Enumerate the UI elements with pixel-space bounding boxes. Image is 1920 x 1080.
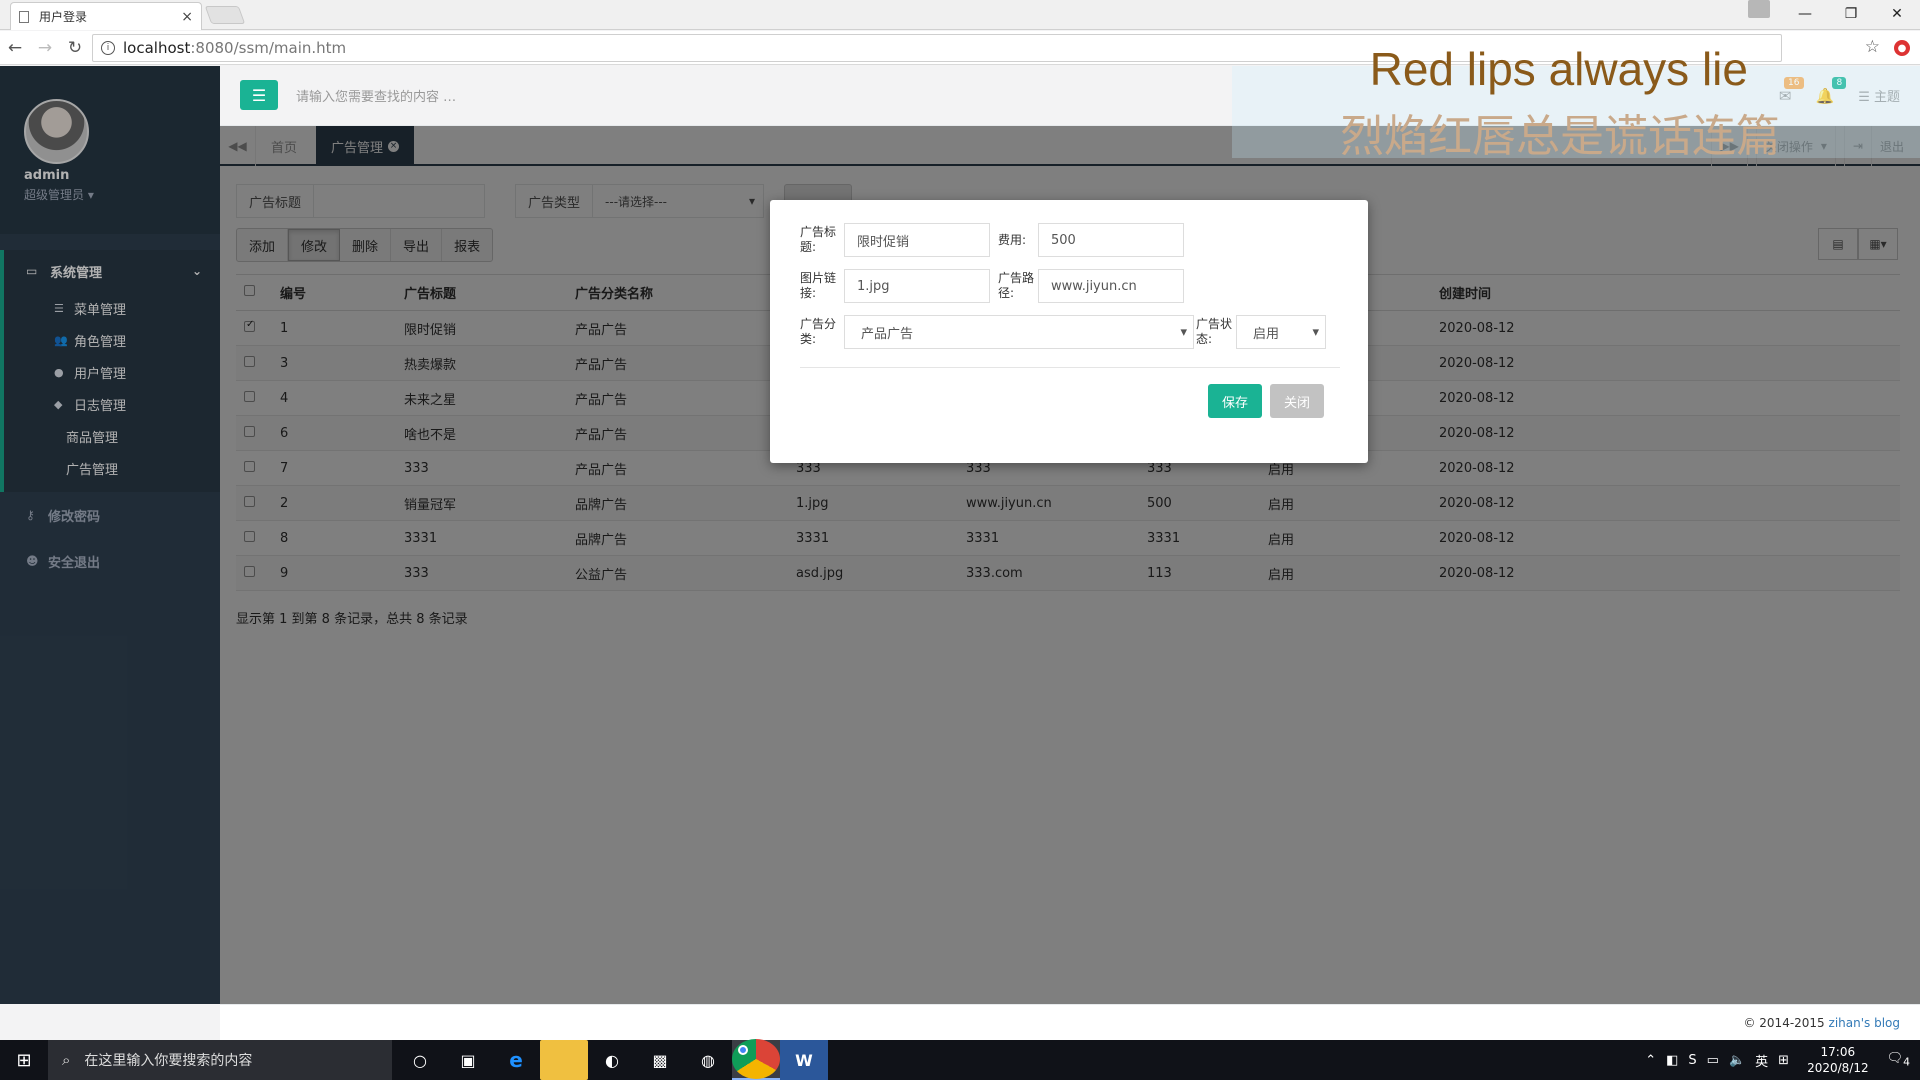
- task-view-icon[interactable]: ▣: [444, 1040, 492, 1080]
- word-icon[interactable]: W: [780, 1040, 828, 1080]
- eclipse-icon[interactable]: ◐: [588, 1040, 636, 1080]
- window-controls: — ❐ ✕: [1736, 0, 1920, 28]
- save-button[interactable]: 保存: [1208, 384, 1262, 418]
- new-tab-button[interactable]: [204, 6, 246, 24]
- search-input[interactable]: 请输入您需要查找的内容 …: [296, 86, 456, 105]
- security-icon[interactable]: ◧: [1666, 1053, 1678, 1068]
- game-app-icon[interactable]: ▩: [636, 1040, 684, 1080]
- image-link-label: 图片链接:: [800, 271, 837, 300]
- browser-tab[interactable]: 用户登录 ×: [10, 2, 202, 30]
- form-row-image: 图片链接: 1.jpg 广告路径: www.jiyun.cn: [800, 269, 1184, 303]
- edge-icon[interactable]: e: [492, 1040, 540, 1080]
- clock[interactable]: 17:06 2020/8/12: [1807, 1044, 1869, 1076]
- file-explorer-icon[interactable]: [540, 1040, 588, 1080]
- lyrics-line-english: Red lips always lie: [1369, 43, 1748, 95]
- copyright-text: © 2014-2015 zihan's blog: [1743, 1016, 1900, 1030]
- edit-ad-dialog: 广告标题: 限时促销 费用: 500 图片链接: 1.jpg 广告路径: www…: [770, 200, 1368, 463]
- menu-toggle-button[interactable]: ☰: [240, 80, 278, 110]
- profile-icon[interactable]: [1748, 0, 1770, 18]
- lyrics-line-chinese: 烈焰红唇总是谎话连篇: [1340, 111, 1780, 162]
- sidebar-dim-overlay: [0, 66, 220, 1004]
- keyboard-icon[interactable]: ⊞: [1778, 1053, 1789, 1068]
- taskbar-search-box[interactable]: ⌕ 在这里输入你要搜索的内容: [48, 1040, 392, 1080]
- restore-button[interactable]: ❐: [1828, 0, 1874, 28]
- ad-path-input[interactable]: www.jiyun.cn: [1038, 269, 1184, 303]
- footer: © 2014-2015 zihan's blog: [220, 1004, 1920, 1040]
- taskbar-apps: ○ ▣ e ◐ ▩ ◍ W: [396, 1039, 828, 1080]
- url-path: :8080/ssm/main.htm: [190, 39, 347, 57]
- info-icon[interactable]: i: [101, 41, 115, 55]
- cost-input[interactable]: 500: [1038, 223, 1184, 257]
- word-logo: W: [780, 1040, 828, 1080]
- copyright-label: © 2014-2015: [1743, 1016, 1829, 1030]
- ad-title-label: 广告标题:: [800, 225, 837, 254]
- folder-shape: [540, 1040, 588, 1080]
- blog-link[interactable]: zihan's blog: [1829, 1016, 1900, 1030]
- form-row-category: 广告分类: 产品广告 ▾ 广告状态: 启用 ▾: [800, 315, 1326, 349]
- chrome-icon[interactable]: [732, 1039, 780, 1080]
- extension-icon[interactable]: ●: [1894, 40, 1910, 56]
- bookmark-star-icon[interactable]: ☆: [1865, 37, 1880, 57]
- ad-title-input[interactable]: 限时促销: [844, 223, 990, 257]
- search-icon: ⌕: [62, 1051, 71, 1069]
- ad-status-select[interactable]: 启用 ▾: [1236, 315, 1326, 349]
- cortana-icon[interactable]: ○: [396, 1040, 444, 1080]
- battery-icon[interactable]: ▭: [1707, 1053, 1719, 1068]
- browser-tab-bar: 用户登录 × — ❐ ✕: [0, 0, 1920, 30]
- url-host: localhost: [123, 39, 191, 57]
- notification-count: 4: [1903, 1055, 1910, 1069]
- sogou-icon[interactable]: S: [1688, 1053, 1696, 1068]
- windows-start-icon[interactable]: ⊞: [0, 1040, 48, 1080]
- back-button[interactable]: ←: [0, 38, 30, 58]
- dialog-divider: [800, 367, 1340, 368]
- document-icon: [19, 10, 29, 23]
- chrome-logo: [732, 1039, 780, 1079]
- image-link-input[interactable]: 1.jpg: [844, 269, 990, 303]
- tray-expand-icon[interactable]: ⌃: [1645, 1053, 1656, 1068]
- ad-status-value: 启用: [1253, 326, 1280, 342]
- ad-status-label: 广告状态:: [1196, 317, 1233, 346]
- weibo-icon[interactable]: ◍: [684, 1040, 732, 1080]
- clock-time: 17:06: [1820, 1045, 1856, 1059]
- minimize-button[interactable]: —: [1782, 0, 1828, 28]
- clock-date: 2020/8/12: [1807, 1061, 1869, 1075]
- reload-button[interactable]: ↻: [60, 38, 90, 58]
- ad-category-select[interactable]: 产品广告 ▾: [844, 315, 1194, 349]
- taskbar: ⊞ ⌕ 在这里输入你要搜索的内容 ○ ▣ e ◐ ▩ ◍ W ⌃ ◧ S ▭ 🔈…: [0, 1039, 1920, 1080]
- volume-icon[interactable]: 🔈: [1729, 1053, 1745, 1068]
- close-button[interactable]: 关闭: [1270, 384, 1324, 418]
- forward-button[interactable]: →: [30, 38, 60, 58]
- input-method-indicator[interactable]: 英: [1755, 1051, 1768, 1070]
- notification-icon[interactable]: 🗨4: [1887, 1051, 1910, 1069]
- tab-title: 用户登录: [39, 10, 88, 24]
- cost-label: 费用:: [998, 232, 1027, 247]
- system-tray: ⌃ ◧ S ▭ 🔈 英 ⊞ 17:06 2020/8/12 🗨4: [1645, 1040, 1920, 1080]
- ad-category-value: 产品广告: [861, 326, 914, 342]
- ad-category-label: 广告分类:: [800, 317, 837, 346]
- close-window-button[interactable]: ✕: [1874, 0, 1920, 28]
- form-row-title: 广告标题: 限时促销 费用: 500: [800, 223, 1184, 257]
- tab-close-icon[interactable]: ×: [181, 9, 193, 25]
- caret-down-icon: ▾: [1180, 324, 1187, 340]
- caret-down-icon: ▾: [1312, 324, 1319, 340]
- ad-path-label: 广告路径:: [998, 271, 1035, 300]
- taskbar-search-text: 在这里输入你要搜索的内容: [84, 1053, 253, 1069]
